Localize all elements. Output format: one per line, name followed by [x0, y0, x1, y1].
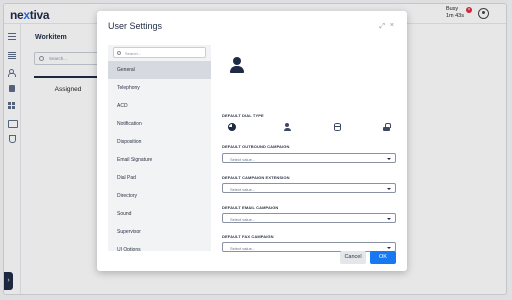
- category-item-general[interactable]: General: [108, 61, 211, 79]
- manual-dial-icon[interactable]: [283, 123, 291, 131]
- field-label: DEFAULT OUTBOUND CAMPAIGN: [222, 144, 290, 149]
- category-item-directory[interactable]: Directory: [108, 187, 211, 205]
- category-item-email-signature[interactable]: Email Signature: [108, 151, 211, 169]
- category-item-dial-pad[interactable]: Dial Pad: [108, 169, 211, 187]
- category-item-disposition[interactable]: Disposition: [108, 133, 211, 151]
- chevron-down-icon: [387, 217, 391, 220]
- category-search-input[interactable]: Search...: [113, 47, 206, 58]
- chevron-down-icon: [387, 157, 391, 160]
- dialog-title: User Settings: [108, 21, 163, 31]
- ok-button[interactable]: OK: [370, 251, 396, 264]
- expand-icon[interactable]: ⤢: [379, 23, 385, 31]
- field-label: DEFAULT CAMPAIGN EXTENSION: [222, 175, 290, 180]
- default-dial-type-label: DEFAULT DIAL TYPE: [222, 113, 264, 118]
- dialog-footer: Cancel OK: [97, 247, 407, 271]
- close-icon[interactable]: ×: [390, 22, 394, 29]
- predictive-dial-icon[interactable]: [228, 123, 236, 131]
- select-value: Select value...: [230, 156, 256, 162]
- category-item-telephony[interactable]: Telephony: [108, 79, 211, 97]
- cancel-button[interactable]: Cancel: [340, 251, 366, 264]
- user-settings-dialog: User Settings ⤢ × Search... General Tele…: [97, 11, 407, 271]
- category-item-supervisor[interactable]: Supervisor: [108, 223, 211, 241]
- user-avatar-icon: [230, 57, 244, 77]
- database-dial-icon[interactable]: [334, 123, 341, 131]
- category-search-placeholder: Search...: [125, 50, 142, 56]
- email-campaign-select[interactable]: Select value...: [222, 213, 396, 223]
- dial-type-options: [228, 123, 393, 133]
- category-item-notification[interactable]: Notification: [108, 115, 211, 133]
- search-icon: [117, 50, 121, 55]
- category-item-acd[interactable]: ACD: [108, 97, 211, 115]
- select-value: Select value...: [230, 186, 256, 192]
- category-list: General Telephony ACD Notification Dispo…: [108, 61, 211, 251]
- locked-dial-icon[interactable]: [383, 123, 391, 131]
- general-settings-content: DEFAULT DIAL TYPE DEFAULT OUTBOUND CAMPA…: [222, 45, 397, 252]
- settings-category-panel: Search... General Telephony ACD Notifica…: [108, 45, 211, 251]
- outbound-campaign-select[interactable]: Select value...: [222, 153, 396, 163]
- field-label: DEFAULT FAX CAMPAIGN: [222, 234, 274, 239]
- field-label: DEFAULT EMAIL CAMPAIGN: [222, 205, 279, 210]
- chevron-down-icon: [387, 187, 391, 190]
- category-item-sound[interactable]: Sound: [108, 205, 211, 223]
- select-value: Select value...: [230, 216, 256, 222]
- campaign-extension-select[interactable]: Select value...: [222, 183, 396, 193]
